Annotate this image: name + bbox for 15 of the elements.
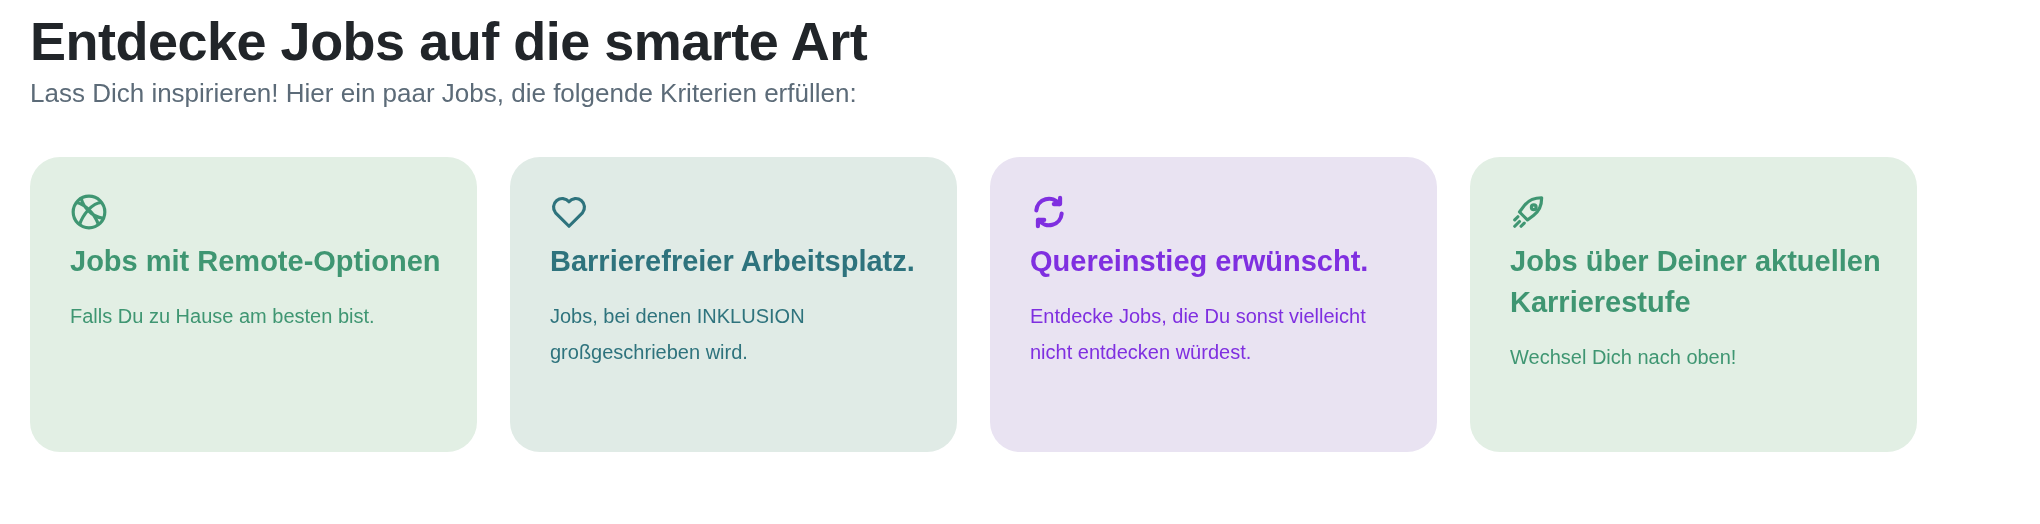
card-text: Jobs, bei denen INKLUSION großgeschrieben wird. [550,304,806,365]
card-text: Falls Du zu Hause am besten bist. [70,304,376,329]
category-card[interactable]: Jobs über Deiner aktuellen Karrierestufe Wechsel Dich nach oben! [1470,157,1917,452]
page-title: Entdecke Jobs auf die smarte Art [30,10,869,72]
card-title: Barrierefreier Arbeitsplatz. [550,244,916,279]
category-card[interactable]: Barrierefreier Arbeitsplatz. Jobs, bei denen INKLUSION großgeschrieben wird. [510,157,957,452]
page-subtitle: Lass Dich inspirieren! Hier ein paar Jobs, die folgende Kriterien erfüllen: [30,78,858,109]
category-card[interactable]: Jobs mit Remote-Optionen Falls Du zu Hause am besten bist. [30,157,477,452]
card-text: Wechsel Dich nach oben! [1510,345,1738,370]
card-title: Jobs über Deiner aktuellen Karrierestufe [1510,244,1881,320]
card-text: Entdecke Jobs, die Du sonst vielleicht nicht entdecken würdest. [1030,304,1367,365]
card-title: Quereinstieg erwünscht. [1030,244,1370,279]
category-card[interactable]: Quereinstieg erwünscht. Entdecke Jobs, die Du sonst vielleicht nicht entdecken würdest. [990,157,1437,452]
globe-icon [70,193,108,231]
card-title: Jobs mit Remote-Optionen [70,244,441,279]
